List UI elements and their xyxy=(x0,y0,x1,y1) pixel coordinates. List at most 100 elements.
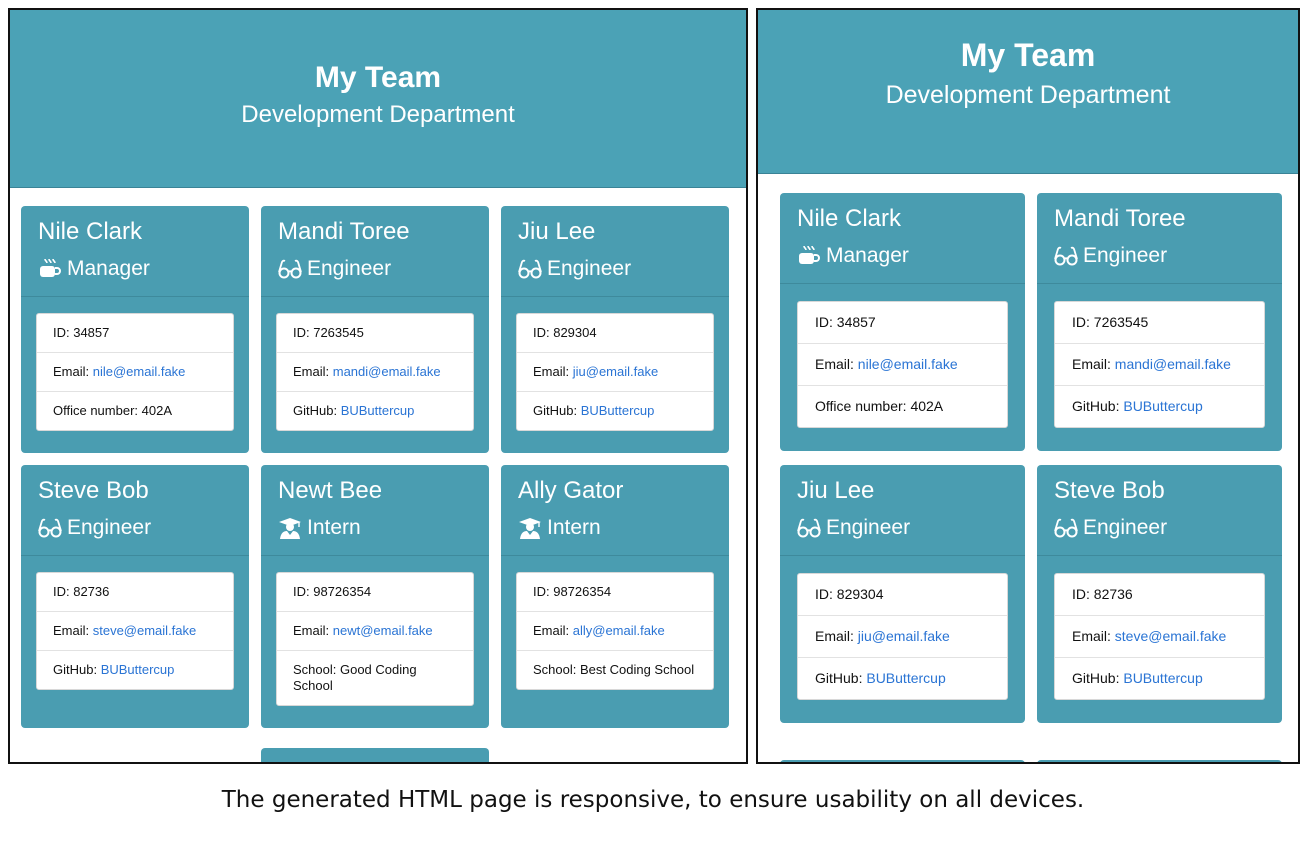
id-row: ID: 82736 xyxy=(37,573,233,612)
graduate-icon xyxy=(278,517,307,539)
github-link[interactable]: BUButtercup xyxy=(1123,398,1202,414)
email-link[interactable]: steve@email.fake xyxy=(93,623,197,638)
card-partial xyxy=(1037,760,1282,762)
employee-name: Jiu Lee xyxy=(797,477,875,504)
extra-label: GitHub: xyxy=(53,662,101,677)
email-row: Email: jiu@email.fake xyxy=(798,616,1007,658)
employee-name: Ally Gator xyxy=(518,477,624,504)
email-label: Email: xyxy=(815,628,858,644)
id-row: ID: 98726354 xyxy=(277,573,473,612)
extra-label: GitHub: xyxy=(815,670,867,686)
page-header: My Team Development Department xyxy=(10,10,746,188)
email-label: Email: xyxy=(815,356,858,372)
page-header: My Team Development Department xyxy=(758,10,1298,174)
employee-card: Steve Bob Engineer ID: 82736 Email: steve@e… xyxy=(21,465,249,728)
employee-card: Mandi Toree Engineer ID: 7263545 Email: man… xyxy=(1037,193,1282,451)
github-row: GitHub: BUButtercup xyxy=(37,651,233,689)
glasses-icon xyxy=(278,258,307,280)
card-body: ID: 34857 Email: nile@email.fake Office nu… xyxy=(21,297,249,453)
github-link[interactable]: BUButtercup xyxy=(1123,670,1202,686)
school-row: School: Good Coding School xyxy=(277,651,473,705)
email-link[interactable]: ally@email.fake xyxy=(573,623,665,638)
email-label: Email: xyxy=(1072,356,1115,372)
role-label: Engineer xyxy=(826,516,911,539)
role-label: Engineer xyxy=(1083,244,1168,267)
github-row: GitHub: BUButtercup xyxy=(277,392,473,430)
id-row: ID: 34857 xyxy=(37,314,233,353)
email-link[interactable]: steve@email.fake xyxy=(1115,628,1226,644)
role-label: Manager xyxy=(826,244,909,267)
email-row: Email: steve@email.fake xyxy=(37,612,233,651)
card-header: Mandi Toree Engineer xyxy=(1037,193,1282,284)
employee-card: Nile Clark Manager ID: 34857 Email: nile@em… xyxy=(780,193,1025,451)
card-body: ID: 829304 Email: jiu@email.fake GitHub: B… xyxy=(780,556,1025,723)
email-row: Email: mandi@email.fake xyxy=(1055,344,1264,386)
employee-name: Mandi Toree xyxy=(278,218,410,245)
employee-role: Engineer xyxy=(797,513,1008,543)
employee-card: Jiu Lee Engineer ID: 829304 Email: jiu@emai… xyxy=(780,465,1025,723)
employee-card: Mandi Toree Engineer ID: 7263545 Email: man… xyxy=(261,206,489,453)
glasses-icon xyxy=(797,517,826,539)
card-body: ID: 7263545 Email: mandi@email.fake GitHub… xyxy=(261,297,489,453)
employee-name: Nile Clark xyxy=(797,205,902,232)
email-link[interactable]: jiu@email.fake xyxy=(573,364,658,379)
employee-role: Engineer xyxy=(278,254,472,284)
email-link[interactable]: nile@email.fake xyxy=(93,364,186,379)
github-row: GitHub: BUButtercup xyxy=(1055,386,1264,427)
card-body: ID: 98726354 Email: ally@email.fake School… xyxy=(501,556,729,728)
info-list: ID: 34857 Email: nile@email.fake Office nu… xyxy=(797,301,1008,428)
extra-label: GitHub: xyxy=(1072,398,1124,414)
employee-name: Mandi Toree xyxy=(1054,205,1186,232)
employee-role: Manager xyxy=(38,254,232,284)
employee-role: Engineer xyxy=(38,513,232,543)
github-link[interactable]: BUButtercup xyxy=(581,403,655,418)
glasses-icon xyxy=(1054,245,1083,267)
info-list: ID: 98726354 Email: newt@email.fake School… xyxy=(276,572,474,706)
role-label: Engineer xyxy=(307,257,392,280)
figure-caption: The generated HTML page is responsive, t… xyxy=(221,787,1085,813)
glasses-icon xyxy=(38,517,67,539)
github-link[interactable]: BUButtercup xyxy=(866,670,945,686)
employee-name: Nile Clark xyxy=(38,218,143,245)
email-label: Email: xyxy=(53,623,93,638)
info-list: ID: 7263545 Email: mandi@email.fake GitHub… xyxy=(276,313,474,431)
page-title: My Team xyxy=(314,61,442,94)
email-link[interactable]: mandi@email.fake xyxy=(1115,356,1231,372)
email-link[interactable]: mandi@email.fake xyxy=(333,364,441,379)
employee-card: Newt Bee Intern ID: 98726354 Email: newt@em… xyxy=(261,465,489,728)
role-label: Intern xyxy=(547,516,601,539)
graduate-icon xyxy=(518,517,547,539)
page-subtitle: Development Department xyxy=(241,101,515,128)
team-grid: Nile Clark Manager ID: 34857 Email: nile@em… xyxy=(780,193,1282,723)
info-list: ID: 7263545 Email: mandi@email.fake GitHub… xyxy=(1054,301,1265,428)
school-row: School: Best Coding School xyxy=(517,651,713,689)
desktop-view-panel: My Team Development Department Nile Clar… xyxy=(8,8,748,764)
extra-label: School: Best Coding School xyxy=(533,662,695,677)
page-title: My Team xyxy=(960,37,1096,73)
employee-card: Jiu Lee Engineer ID: 829304 Email: jiu@emai… xyxy=(501,206,729,453)
role-label: Engineer xyxy=(67,516,152,539)
coffee-icon xyxy=(797,245,826,267)
extra-label: School: Good Coding School xyxy=(293,662,421,693)
card-header: Jiu Lee Engineer xyxy=(501,206,729,297)
email-row: Email: steve@email.fake xyxy=(1055,616,1264,658)
glasses-icon xyxy=(518,258,547,280)
email-label: Email: xyxy=(293,364,333,379)
email-link[interactable]: nile@email.fake xyxy=(858,356,958,372)
mobile-view-panel: My Team Development Department Nile Clar… xyxy=(756,8,1300,764)
role-label: Manager xyxy=(67,257,150,280)
team-grid: Nile Clark Manager ID: 34857 Email: nile@em… xyxy=(21,206,729,728)
github-link[interactable]: BUButtercup xyxy=(101,662,175,677)
employee-role: Engineer xyxy=(518,254,712,284)
card-header: Nile Clark Manager xyxy=(780,193,1025,284)
email-link[interactable]: newt@email.fake xyxy=(333,623,433,638)
email-label: Email: xyxy=(53,364,93,379)
info-list: ID: 829304 Email: jiu@email.fake GitHub: B… xyxy=(797,573,1008,700)
card-header: Jiu Lee Engineer xyxy=(780,465,1025,556)
role-label: Intern xyxy=(307,516,361,539)
email-row: Email: ally@email.fake xyxy=(517,612,713,651)
email-label: Email: xyxy=(1072,628,1115,644)
card-header: Newt Bee Intern xyxy=(261,465,489,556)
github-link[interactable]: BUButtercup xyxy=(341,403,415,418)
email-link[interactable]: jiu@email.fake xyxy=(858,628,950,644)
